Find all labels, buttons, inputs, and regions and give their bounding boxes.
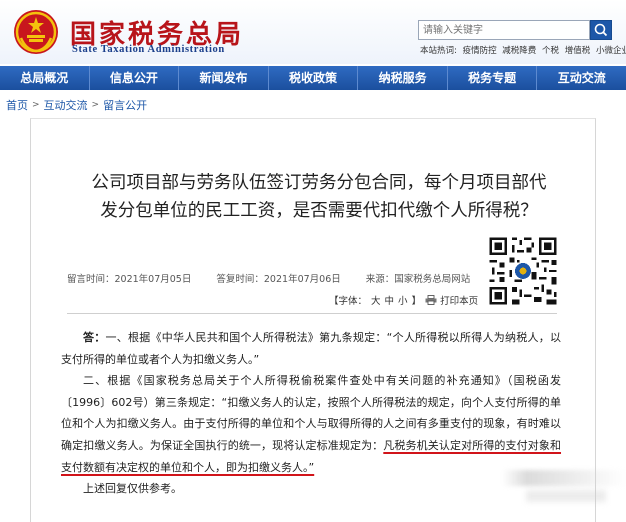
search-input[interactable]	[419, 21, 589, 39]
nav-item-tax-policy[interactable]: 税收政策	[269, 66, 359, 90]
hot-word-link[interactable]: 小微企业	[596, 46, 626, 56]
nav-item-taxpayer-service[interactable]: 纳税服务	[358, 66, 448, 90]
answer-paragraph-1: 答：一、根据《中华人民共和国个人所得税法》第九条规定：“个人所得税以所得人为纳税…	[61, 327, 561, 370]
answer-paragraph-2: 二、根据《国家税务总局关于个人所得税偷税案件查处中有关问题的补充通知》（国税函发…	[61, 370, 561, 478]
blurred-watermark	[526, 490, 606, 502]
article-meta: 留言时间：2021年07月05日 答复时间：2021年07月06日 来源：国家税…	[67, 271, 492, 285]
article-body: 答：一、根据《中华人民共和国个人所得税法》第九条规定：“个人所得税以所得人为纳税…	[61, 327, 561, 500]
site-header: 国家税务总局 State Taxation Administration 本站热…	[0, 0, 626, 64]
hot-word-link[interactable]: 减税降费	[502, 46, 536, 56]
answer-paragraph-3: 上述回复仅供参考。	[61, 478, 561, 500]
qr-code-icon	[487, 235, 559, 307]
reply-time: 答复时间：2021年07月06日	[216, 274, 341, 285]
font-size-small[interactable]: 小	[398, 293, 408, 307]
hot-word-link[interactable]: 个税	[542, 46, 559, 56]
hot-word-link[interactable]: 疫情防控	[463, 46, 497, 56]
font-size-label: 【字体：	[329, 296, 368, 307]
breadcrumb-interaction[interactable]: 互动交流	[44, 97, 88, 113]
search-icon	[594, 23, 608, 37]
article-title: 公司项目部与劳务队伍签订劳务分包合同，每个月项目部代发分包单位的民工工资，是否需…	[91, 173, 547, 221]
font-size-close: 】	[411, 296, 422, 307]
breadcrumb-home[interactable]: 首页	[6, 97, 28, 113]
main-nav: 总局概况 信息公开 新闻发布 税收政策 纳税服务 税务专题 互动交流	[0, 66, 626, 90]
font-size-medium[interactable]: 中	[385, 293, 395, 307]
font-size-large[interactable]: 大	[371, 293, 381, 307]
nav-item-topics[interactable]: 税务专题	[448, 66, 538, 90]
site-subtitle: State Taxation Administration	[72, 44, 225, 55]
breadcrumb-messages[interactable]: 留言公开	[103, 97, 147, 113]
national-emblem-icon	[14, 10, 58, 54]
search-box	[418, 20, 590, 40]
breadcrumb: 首页 > 互动交流 > 留言公开	[6, 97, 147, 113]
hot-words-label: 本站热词:	[420, 46, 457, 56]
hot-words: 本站热词: 疫情防控 减税降费 个税 增值税 小微企业 发票	[420, 44, 626, 56]
divider	[67, 313, 557, 314]
nav-item-news[interactable]: 新闻发布	[179, 66, 269, 90]
search-button[interactable]	[590, 20, 612, 40]
print-page-link[interactable]: 打印本页	[440, 293, 478, 307]
hot-word-link[interactable]: 增值税	[565, 46, 591, 56]
nav-item-interaction[interactable]: 互动交流	[537, 66, 626, 90]
message-time: 留言时间：2021年07月05日	[67, 274, 192, 285]
nav-item-overview[interactable]: 总局概况	[0, 66, 90, 90]
chevron-right-icon: >	[32, 100, 40, 110]
article-panel: 公司项目部与劳务队伍签订劳务分包合同，每个月项目部代发分包单位的民工工资，是否需…	[30, 118, 596, 522]
article-tools: 【字体： 大 中 小 】 打印本页	[329, 293, 478, 307]
blurred-watermark	[502, 470, 626, 486]
answer-text-3: 上述回复仅供参考。	[83, 482, 182, 496]
chevron-right-icon: >	[91, 100, 100, 110]
answer-text-1: 一、根据《中华人民共和国个人所得税法》第九条规定：“个人所得税以所得人为纳税人，…	[61, 331, 562, 366]
printer-icon[interactable]	[425, 295, 437, 305]
article-source: 来源：国家税务总局网站	[365, 274, 471, 285]
nav-item-info-disclosure[interactable]: 信息公开	[90, 66, 180, 90]
answer-lead: 答：	[83, 331, 106, 344]
